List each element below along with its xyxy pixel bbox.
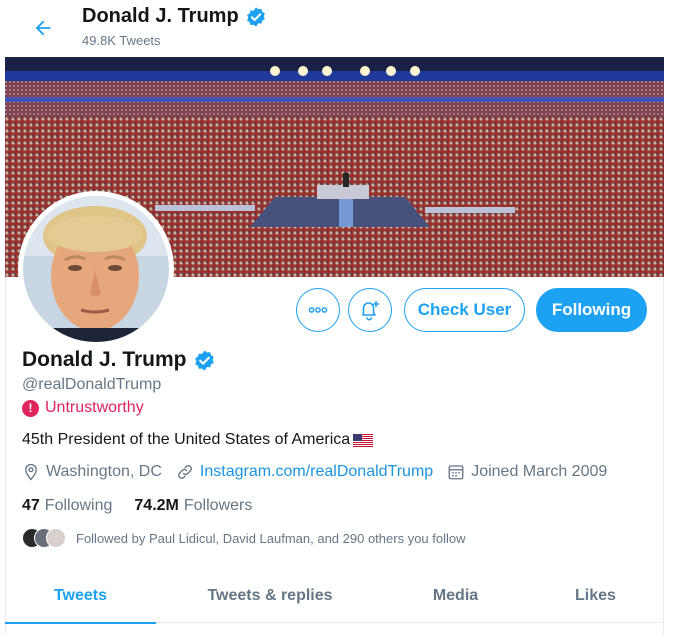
- avatar-image: [23, 196, 169, 342]
- tab-tweets[interactable]: Tweets: [5, 568, 156, 624]
- mutual-avatars: [22, 528, 66, 548]
- profile-display-name: Donald J. Trump: [22, 348, 187, 371]
- followed-by[interactable]: Followed by Paul Lidicul, David Laufman,…: [22, 528, 466, 548]
- header-name: Donald J. Trump: [82, 5, 239, 27]
- location-text: Washington, DC: [46, 463, 162, 480]
- more-icon: [308, 307, 328, 313]
- arrow-left-icon: [35, 20, 51, 36]
- verified-badge-icon: [246, 6, 265, 27]
- header-title: Donald J. Trump: [82, 5, 267, 28]
- location-pin-icon: [25, 463, 37, 481]
- following-count: 47: [22, 497, 40, 514]
- bell-plus-icon: [362, 301, 379, 321]
- location: Washington, DC: [22, 463, 162, 481]
- following-button[interactable]: Following: [536, 288, 647, 332]
- trust-flag-label: Untrustworthy: [45, 399, 144, 416]
- profile-header-bar: Donald J. Trump 49.8K Tweets: [5, 0, 664, 57]
- header-tweet-count: 49.8K Tweets: [82, 33, 161, 48]
- profile-avatar[interactable]: [18, 191, 174, 347]
- following-label: Following: [44, 497, 113, 514]
- trust-flag: ! Untrustworthy: [22, 399, 144, 417]
- alert-icon: !: [22, 399, 39, 417]
- website-link[interactable]: Instagram.com/realDonaldTrump: [200, 463, 433, 481]
- followers-label: Followers: [183, 497, 253, 514]
- website: Instagram.com/realDonaldTrump: [176, 463, 433, 481]
- profile-name: Donald J. Trump: [22, 348, 216, 372]
- verified-badge-icon: [194, 349, 214, 371]
- profile-handle: @realDonaldTrump: [22, 376, 162, 393]
- link-icon: [177, 465, 192, 479]
- notifications-button[interactable]: [348, 288, 392, 332]
- tab-media[interactable]: Media: [384, 568, 527, 623]
- mutual-avatar: [46, 528, 66, 548]
- profile-bio: 45th President of the United States of A…: [22, 431, 374, 449]
- more-options-button[interactable]: [296, 288, 340, 332]
- back-button[interactable]: [27, 12, 59, 44]
- check-user-button[interactable]: Check User: [404, 288, 525, 332]
- bio-text: 45th President of the United States of A…: [22, 431, 351, 448]
- followed-by-text: Followed by Paul Lidicul, David Laufman,…: [76, 530, 466, 546]
- profile-stats: 47 Following 74.2M Followers: [22, 497, 252, 515]
- followers-count: 74.2M: [134, 497, 179, 514]
- calendar-icon: [448, 465, 464, 480]
- us-flag-icon: [353, 433, 374, 447]
- tab-tweets-replies[interactable]: Tweets & replies: [156, 568, 384, 623]
- join-date: Joined March 2009: [447, 463, 607, 481]
- join-date-text: Joined March 2009: [471, 463, 608, 480]
- followers-count-link[interactable]: 74.2M Followers: [134, 497, 252, 515]
- following-count-link[interactable]: 47 Following: [22, 497, 112, 515]
- tab-likes[interactable]: Likes: [527, 568, 664, 623]
- profile-tabs: Tweets Tweets & replies Media Likes: [5, 568, 664, 624]
- profile-meta: Washington, DC Instagram.com/realDonaldT…: [22, 463, 621, 481]
